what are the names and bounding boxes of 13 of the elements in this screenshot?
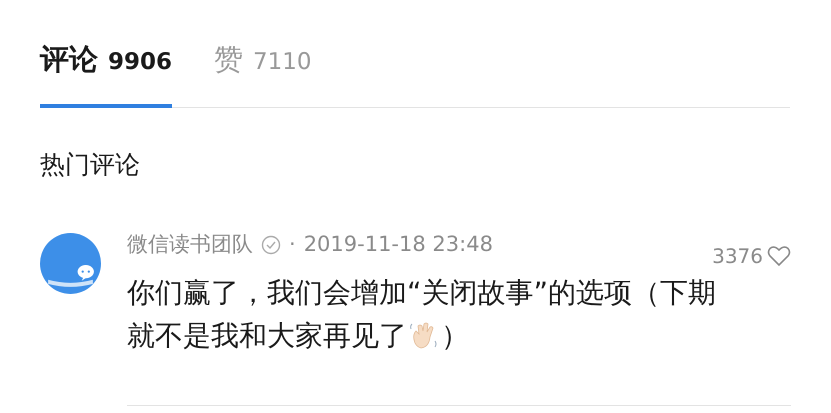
- heart-icon[interactable]: [767, 245, 791, 267]
- timestamp: 2019-11-18 23:48: [304, 231, 493, 258]
- comment-text: 你们赢了，我们会增加“关闭故事”的选项（下期: [127, 275, 716, 311]
- waving-hand-icon: [409, 320, 439, 350]
- like-count: 3376: [712, 243, 763, 270]
- avatar[interactable]: [40, 233, 101, 294]
- section-title: 热门评论: [40, 148, 141, 180]
- comment-text: ）: [441, 318, 469, 354]
- comment-text: 就不是我和大家再见了: [127, 318, 407, 354]
- author-name[interactable]: 微信读书团队: [127, 229, 253, 261]
- tab[interactable]: 评论 9906: [40, 30, 172, 108]
- tab[interactable]: 赞 7110: [214, 30, 312, 108]
- separator-dot: ·: [289, 231, 296, 258]
